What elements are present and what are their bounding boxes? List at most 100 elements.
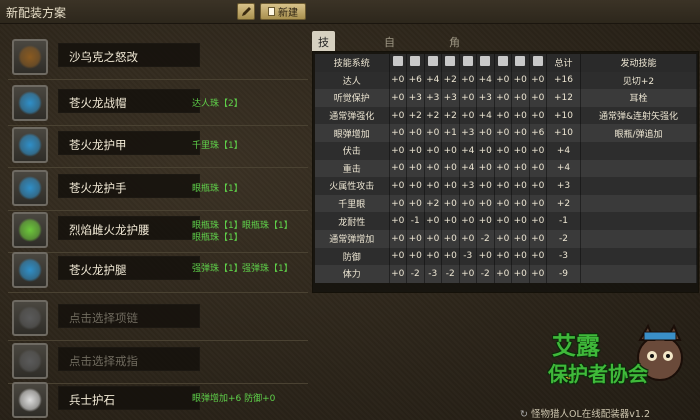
skill-total: -3 [546, 247, 581, 266]
slot-icon-graphic [18, 388, 42, 412]
skill-value: +3 [476, 89, 495, 107]
skill-value: +0 [511, 212, 530, 230]
tab-auto-build[interactable]: 自动配装 [378, 31, 401, 97]
table-row: 体力 +0 -2 -3 -2 +0 -2 +0 +0 +0 -9 [315, 265, 697, 283]
equipment-slot[interactable]: 烈焰雌火龙护腰 眼瓶珠【1】 眼瓶珠【1】 眼瓶珠【1】 [12, 212, 312, 248]
header-part-2 [424, 54, 442, 72]
skill-value: +0 [494, 124, 512, 142]
edit-button[interactable] [237, 3, 255, 20]
ring-icon[interactable] [12, 343, 48, 379]
skill-total: -2 [546, 229, 581, 248]
equipment-name[interactable]: 点击选择戒指 [58, 347, 200, 371]
skill-value: +0 [476, 141, 495, 160]
table-row: 火属性攻击 +0 +0 +0 +0 +3 +0 +0 +0 +0 +3 [315, 177, 697, 195]
equipment-slot[interactable]: 苍火龙战帽 达人珠【2】 [12, 85, 312, 121]
document-icon [268, 7, 275, 16]
skill-value: +0 [511, 265, 530, 283]
equipment-name[interactable]: 苍火龙护手 [58, 174, 200, 198]
skill-total: +3 [546, 177, 581, 195]
charm-icon[interactable] [12, 382, 48, 418]
skill-value: +0 [424, 141, 442, 160]
ring-icon [515, 56, 526, 67]
skill-value: +0 [389, 71, 407, 90]
helmet-icon[interactable] [12, 85, 48, 121]
skill-value: +0 [494, 177, 512, 195]
active-skill [580, 194, 697, 213]
leg-armor-icon [480, 56, 491, 67]
skill-value: +0 [511, 159, 530, 178]
decoration-label: 强弹珠【1】 [242, 264, 293, 274]
equipment-name[interactable]: 沙乌克之怒改 [58, 43, 200, 67]
weapon-icon[interactable] [12, 39, 48, 75]
active-skill: 眼瓶/弹追加 [580, 124, 697, 142]
slot-divider [8, 340, 308, 341]
skill-value: +0 [459, 89, 477, 107]
equipment-name[interactable]: 烈焰雌火龙护腰 [58, 216, 200, 240]
gauntlet-icon[interactable] [12, 170, 48, 206]
logo-line2: 保护者协会 [548, 362, 648, 386]
skill-value: +0 [529, 212, 547, 230]
skill-value: +0 [406, 159, 425, 178]
equipment-name[interactable]: 苍火龙战帽 [58, 89, 200, 113]
equipment-name[interactable]: 点击选择项链 [58, 304, 200, 328]
necklace-icon[interactable] [12, 300, 48, 336]
skill-value: +0 [441, 247, 460, 266]
skill-value: +0 [529, 141, 547, 160]
tab-character-info[interactable]: 角色信息 [443, 31, 466, 97]
waist-armor-icon[interactable] [12, 212, 48, 248]
header-active-skill: 发动技能 [580, 54, 697, 72]
equipment-name[interactable]: 苍火龙护腿 [58, 256, 200, 280]
skill-name: 重击 [315, 159, 390, 178]
equipment-slot[interactable]: 苍火龙护腿 强弹珠【1】 强弹珠【1】 [12, 252, 312, 288]
skill-value: +0 [476, 212, 495, 230]
equipment-name[interactable]: 兵士护石 [58, 386, 200, 410]
skill-value: -1 [406, 212, 425, 230]
skill-value: +0 [389, 247, 407, 266]
table-row: 千里眼 +0 +0 +2 +0 +0 +0 +0 +0 +0 +2 [315, 194, 697, 213]
chest-armor-icon[interactable] [12, 127, 48, 163]
skill-value: +6 [529, 124, 547, 142]
skill-name: 千里眼 [315, 194, 390, 213]
skill-value: +0 [424, 159, 442, 178]
table-row: 达人 +0 +6 +4 +2 +0 +4 +0 +0 +0 +16 见切+2 [315, 71, 697, 90]
skill-value: +0 [389, 212, 407, 230]
skill-name: 伏击 [315, 141, 390, 160]
active-skill [580, 159, 697, 178]
skill-value: +0 [389, 106, 407, 125]
skill-value: +0 [511, 141, 530, 160]
skill-value: +0 [511, 124, 530, 142]
equipment-slot[interactable]: 点击选择戒指 [12, 343, 312, 379]
equipment-slot[interactable]: 兵士护石 眼弹增加+6 防御+0 [12, 382, 312, 418]
equipment-slot[interactable]: 苍火龙护甲 千里珠【1】 [12, 127, 312, 163]
slot-divider [8, 210, 308, 211]
equipment-name[interactable]: 苍火龙护甲 [58, 131, 200, 155]
decoration-label: 千里珠【1】 [192, 141, 243, 151]
equipment-slot[interactable]: 点击选择项链 [12, 300, 312, 336]
skill-value: +0 [511, 194, 530, 213]
footer-version: ↻ 怪物猎人OL在线配装器v1.2 [520, 406, 650, 420]
skill-table: 技能系统 总计 发动技能 达人 +0 +6 +4 +2 +0 +4 +0 +0 +0 +16 见切+2 听觉保… [315, 54, 697, 283]
skill-value: +3 [459, 124, 477, 142]
skill-value: +0 [529, 247, 547, 266]
decoration-label: 眼弹增加+6 防御+0 [192, 394, 276, 404]
active-skill [580, 265, 697, 283]
equipment-slot[interactable]: 沙乌克之怒改 [12, 39, 312, 75]
header-part-8 [529, 54, 547, 72]
table-row: 伏击 +0 +0 +0 +0 +4 +0 +0 +0 +0 +4 [315, 141, 697, 160]
skill-name: 通常弹增加 [315, 229, 390, 248]
skill-value: -2 [476, 265, 495, 283]
slot-icon-graphic [18, 176, 42, 200]
skill-value: +0 [511, 89, 530, 107]
new-button[interactable]: 新建 [260, 3, 306, 20]
skill-name: 通常弹强化 [315, 106, 390, 125]
gauntlet-icon [445, 56, 456, 67]
tab-skill-details[interactable]: 技能详情 [312, 31, 335, 97]
skill-value: +0 [511, 247, 530, 266]
skill-value: +0 [494, 106, 512, 125]
skill-value: +0 [529, 71, 547, 90]
skill-value: +0 [476, 247, 495, 266]
equipment-slot[interactable]: 苍火龙护手 眼瓶珠【1】 [12, 170, 312, 206]
header-part-3 [441, 54, 460, 72]
leg-armor-icon[interactable] [12, 252, 48, 288]
skill-total: -1 [546, 212, 581, 230]
